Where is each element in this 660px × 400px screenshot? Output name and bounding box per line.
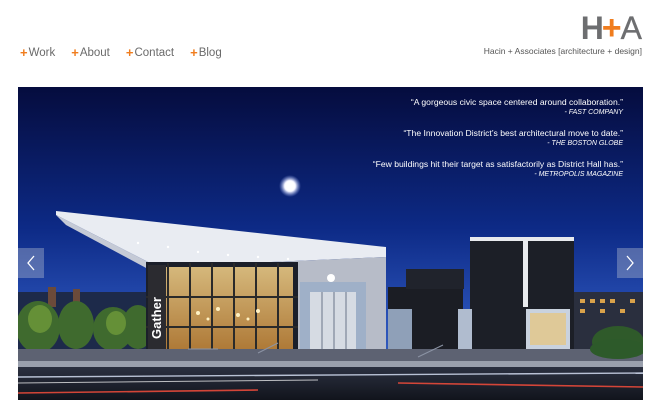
nav-item-work[interactable]: + Work — [20, 46, 55, 59]
press-quote: “A gorgeous civic space centered around … — [373, 97, 623, 118]
plus-icon: + — [71, 45, 79, 60]
nav-item-label: Contact — [134, 46, 175, 59]
chevron-left-icon — [27, 255, 35, 271]
logo-tagline: Hacin + Associates [architecture + desig… — [483, 46, 642, 56]
plus-icon: + — [20, 45, 28, 60]
street — [18, 367, 643, 400]
logo-letter-h: H — [580, 10, 604, 46]
plus-icon: + — [190, 45, 198, 60]
chevron-right-icon — [626, 255, 634, 271]
logo-plus: + — [601, 9, 622, 47]
hero-slider: Gather “A gorgeous civic space centered … — [18, 87, 643, 400]
nav-item-label: About — [79, 46, 110, 59]
site-logo[interactable]: H + A Hacin + Associates [architecture + d… — [483, 9, 643, 56]
quote-text: “Few buildings hit their target as satis… — [372, 159, 623, 169]
press-quote: “Few buildings hit their target as satis… — [373, 159, 623, 180]
nav-item-label: Work — [28, 46, 56, 59]
nav-item-label: Blog — [198, 46, 222, 59]
gather-sign: Gather — [149, 297, 164, 339]
quote-text: “A gorgeous civic space centered around … — [410, 97, 623, 107]
logo-letter-a: A — [620, 10, 643, 46]
press-quote: “The Innovation District’s best architec… — [373, 128, 623, 149]
logo-mark: H + A — [484, 9, 643, 47]
quote-source: - THE BOSTON GLOBE — [547, 140, 623, 147]
quote-source: - FAST COMPANY — [564, 109, 623, 116]
plaza — [18, 349, 643, 363]
main-nav: + Work + About + Contact + Blog — [20, 46, 238, 59]
nav-item-contact[interactable]: + Contact — [126, 46, 174, 59]
plus-icon: + — [125, 45, 134, 60]
press-quotes: “A gorgeous civic space centered around … — [373, 97, 623, 190]
nav-item-blog[interactable]: + Blog — [190, 46, 222, 59]
nav-item-about[interactable]: + About — [71, 46, 110, 59]
quote-text: “The Innovation District’s best architec… — [403, 128, 623, 138]
slider-next-button[interactable] — [617, 248, 643, 278]
quote-source: - METROPOLIS MAGAZINE — [534, 171, 623, 178]
slider-prev-button[interactable] — [18, 248, 44, 278]
